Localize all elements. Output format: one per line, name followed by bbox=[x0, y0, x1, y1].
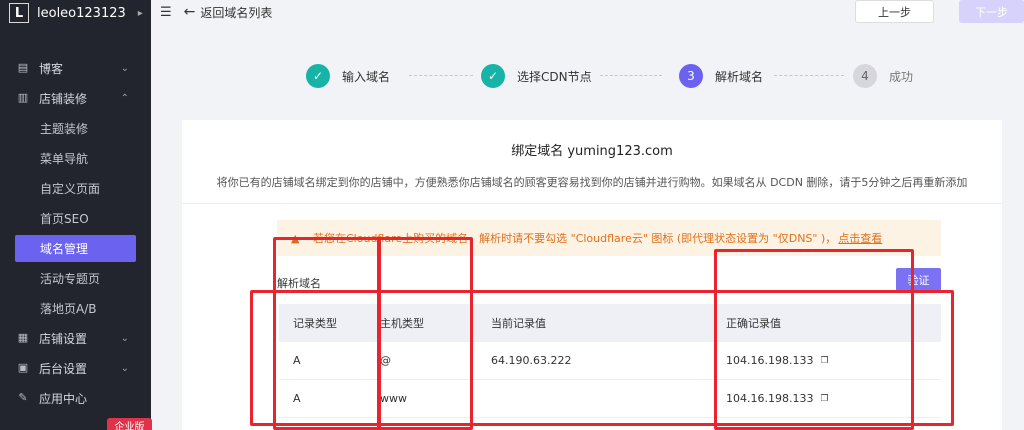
chevron-down-icon: ⌄ bbox=[120, 362, 129, 374]
topbar: ☰ ← 返回域名列表 上一步 下一步 bbox=[151, 0, 1024, 24]
page-description: 将你已有的店铺域名绑定到你的店铺中，方便熟悉你店铺域名的顾客更容易找到你的店铺并… bbox=[216, 176, 968, 189]
step-success: 4 成功 bbox=[853, 64, 913, 88]
sidebar-item-store-settings[interactable]: ▦ 店铺设置 ⌄ bbox=[0, 323, 151, 353]
store-logo: L bbox=[9, 3, 29, 23]
admin-settings-icon: ▣ bbox=[17, 361, 29, 374]
divider bbox=[182, 203, 1002, 204]
chevron-down-icon: ⌄ bbox=[120, 332, 129, 344]
back-to-domain-list-link[interactable]: ← 返回域名列表 bbox=[184, 4, 273, 21]
store-switcher[interactable]: L leoleo123123 ▸ bbox=[0, 0, 151, 26]
sidebar-subitem-custom-pages[interactable]: 自定义页面 bbox=[0, 173, 151, 203]
sidebar-item-label: 应用中心 bbox=[39, 391, 88, 406]
wrench-icon: ✎ bbox=[18, 391, 28, 404]
view-details-link[interactable]: 点击查看 bbox=[838, 230, 882, 246]
sidebar-subitem-campaign-pages[interactable]: 活动专题页 bbox=[0, 263, 151, 293]
page-title: 绑定域名 yuming123.com bbox=[511, 144, 673, 159]
store-settings-icon: ▦ bbox=[17, 331, 29, 344]
step-number: 4 bbox=[853, 64, 877, 88]
chevron-up-icon: ⌃ bbox=[120, 92, 129, 104]
sidebar-item-label: 店铺装修 bbox=[39, 91, 88, 106]
caret-right-icon: ▸ bbox=[137, 7, 143, 19]
step-label: 选择CDN节点 bbox=[517, 69, 592, 84]
check-icon: ✓ bbox=[481, 64, 505, 88]
check-icon: ✓ bbox=[306, 64, 330, 88]
step-label: 成功 bbox=[889, 69, 914, 84]
step-number: 3 bbox=[679, 64, 703, 88]
step-connector bbox=[409, 75, 473, 76]
store-name: leoleo123123 bbox=[37, 5, 126, 21]
step-input-domain: ✓ 输入域名 bbox=[306, 64, 390, 88]
stepper: ✓ 输入域名 ✓ 选择CDN节点 3 解析域名 4 成功 bbox=[306, 64, 946, 88]
sidebar-subitem-domain-management[interactable]: 域名管理 bbox=[15, 235, 136, 262]
blog-icon: ▤ bbox=[17, 61, 29, 74]
step-select-cdn: ✓ 选择CDN节点 bbox=[481, 64, 592, 88]
step-label: 解析域名 bbox=[715, 69, 764, 84]
next-step-button[interactable]: 下一步 bbox=[959, 0, 1024, 23]
sidebar-item-app-center[interactable]: ✎ 应用中心 bbox=[0, 383, 151, 413]
arrow-left-icon: ← bbox=[183, 4, 196, 20]
annotation-box bbox=[714, 249, 914, 430]
sidebar-nav: ▤ 博客 ⌄ ▥ 店铺装修 ⌃ 主题装修 菜单导航 自定义页面 首页SEO 域名… bbox=[0, 53, 151, 413]
sidebar-subitem-menu-nav[interactable]: 菜单导航 bbox=[0, 143, 151, 173]
sidebar-item-blog[interactable]: ▤ 博客 ⌄ bbox=[0, 53, 151, 83]
sidebar-item-store-design[interactable]: ▥ 店铺装修 ⌃ bbox=[0, 83, 151, 113]
step-connector bbox=[774, 75, 844, 76]
sidebar-subitem-homepage-seo[interactable]: 首页SEO bbox=[0, 203, 151, 233]
sidebar-subitem-landing-ab[interactable]: 落地页A/B bbox=[0, 293, 151, 323]
sidebar-item-admin-settings[interactable]: ▣ 后台设置 ⌄ bbox=[0, 353, 151, 383]
enterprise-badge: 企业版 bbox=[107, 418, 152, 430]
sidebar-item-label: 后台设置 bbox=[39, 361, 88, 376]
chevron-down-icon: ⌄ bbox=[120, 62, 129, 74]
step-label: 输入域名 bbox=[342, 69, 391, 84]
sidebar: L leoleo123123 ▸ ▤ 博客 ⌄ ▥ 店铺装修 ⌃ 主题装修 菜单… bbox=[0, 0, 152, 430]
sidebar-subitem-theme[interactable]: 主题装修 bbox=[0, 113, 151, 143]
paint-roller-icon: ▥ bbox=[17, 91, 29, 104]
step-connector bbox=[600, 75, 662, 76]
back-label: 返回域名列表 bbox=[200, 5, 273, 20]
step-resolve-domain: 3 解析域名 bbox=[679, 64, 763, 88]
prev-step-button[interactable]: 上一步 bbox=[855, 0, 934, 23]
sidebar-item-label: 店铺设置 bbox=[39, 331, 88, 346]
sidebar-item-label: 博客 bbox=[39, 61, 64, 76]
hamburger-menu-icon[interactable]: ☰ bbox=[160, 5, 172, 20]
